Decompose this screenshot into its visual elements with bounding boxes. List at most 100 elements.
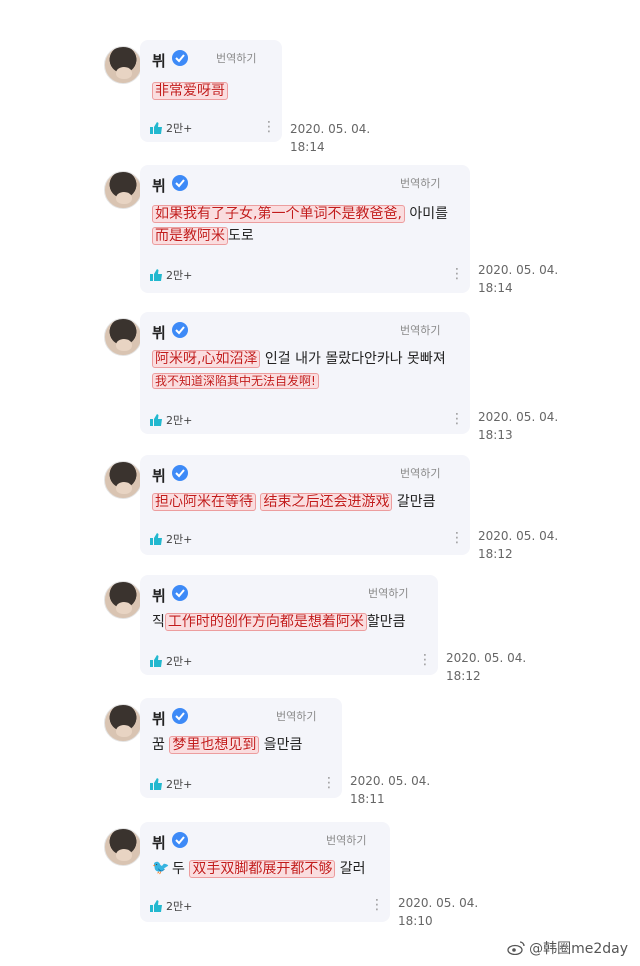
avatar[interactable]: [104, 171, 142, 209]
original-text: 아미를: [404, 206, 448, 222]
like-count: 2만+: [166, 900, 193, 913]
thumbs-up-icon: [150, 269, 162, 281]
translate-button[interactable]: 번역하기: [326, 832, 366, 848]
more-vertical-icon[interactable]: ⋮: [450, 412, 464, 426]
timestamp: 2020. 05. 04. 18:10: [398, 896, 479, 928]
translate-button[interactable]: 번역하기: [400, 465, 440, 481]
more-vertical-icon[interactable]: ⋮: [322, 776, 336, 790]
author-name[interactable]: 뷔: [152, 585, 166, 606]
translation-highlight: 梦里也想见到: [169, 736, 260, 754]
thumbs-up-icon: [150, 900, 162, 912]
timestamp: 2020. 05. 04. 18:13: [478, 410, 559, 442]
original-text: 두: [172, 861, 190, 877]
comment-text-line-2: 而是教阿米 도로: [152, 225, 254, 247]
comment-card: 뷔 번역하기 非常爱呀哥 2만+ ⋮: [140, 40, 282, 142]
more-vertical-icon[interactable]: ⋮: [262, 120, 276, 134]
author-name[interactable]: 뷔: [152, 465, 166, 486]
avatar[interactable]: [104, 46, 142, 84]
more-vertical-icon[interactable]: ⋮: [450, 531, 464, 545]
timestamp: 2020. 05. 04. 18:12: [478, 529, 559, 561]
translate-button[interactable]: 번역하기: [400, 322, 440, 338]
comment-text: 担心阿米在等待 结束之后还会进游戏 갈만큼: [152, 491, 436, 513]
comment-card: 뷔 번역하기 직 工作时的创作方向都是想着阿米 할만큼 2만+ ⋮: [140, 575, 438, 675]
translation-highlight: 如果我有了子女,第一个单词不是教爸爸,: [152, 205, 405, 223]
watermark: @韩圈me2day: [507, 938, 628, 958]
translate-button[interactable]: 번역하기: [216, 50, 256, 66]
translate-button[interactable]: 번역하기: [276, 708, 316, 724]
like-count: 2만+: [166, 122, 193, 135]
translation-highlight: 我不知道深陷其中无法自发啊!: [152, 373, 319, 389]
verified-check-icon: [172, 175, 188, 191]
translation-highlight: 工作时的创作方向都是想着阿米: [164, 613, 367, 631]
like-count: 2만+: [166, 655, 193, 668]
like-count: 2만+: [166, 533, 193, 546]
author-name[interactable]: 뷔: [152, 175, 166, 196]
more-vertical-icon[interactable]: ⋮: [418, 653, 432, 667]
original-text: 도로: [228, 228, 254, 244]
translation-highlight: 阿米呀,心如沼泽: [152, 350, 261, 368]
verified-check-icon: [172, 50, 188, 66]
more-vertical-icon[interactable]: ⋮: [370, 898, 384, 912]
comment-text: 두 双手双脚都展开都不够 갈러: [172, 858, 366, 880]
thumbs-up-icon: [150, 778, 162, 790]
thumbs-up-icon: [150, 414, 162, 426]
comment-card: 뷔 번역하기 꿈 梦里也想见到 을만큼 2만+ ⋮: [140, 698, 342, 798]
author-name[interactable]: 뷔: [152, 50, 166, 71]
like-count: 2만+: [166, 414, 193, 427]
like-button[interactable]: 2만+: [150, 412, 192, 428]
avatar[interactable]: [104, 318, 142, 356]
translation-highlight: 而是教阿米: [152, 227, 228, 245]
comment-text-line-1: 阿米呀,心如沼泽 인걸 내가 몰랐다안카나 못빠져: [152, 348, 446, 370]
like-button[interactable]: 2만+: [150, 653, 192, 669]
verified-check-icon: [172, 585, 188, 601]
like-button[interactable]: 2만+: [150, 898, 192, 914]
avatar[interactable]: [104, 581, 142, 619]
verified-check-icon: [172, 708, 188, 724]
original-text: 할만큼: [366, 614, 406, 630]
more-vertical-icon[interactable]: ⋮: [450, 267, 464, 281]
avatar[interactable]: [104, 704, 142, 742]
translate-button[interactable]: 번역하기: [400, 175, 440, 191]
comment-card: 뷔 번역하기 阿米呀,心如沼泽 인걸 내가 몰랐다안카나 못빠져 我不知道深陷其…: [140, 312, 470, 434]
thumbs-up-icon: [150, 122, 162, 134]
original-text: 을만큼: [259, 737, 303, 753]
author-name[interactable]: 뷔: [152, 832, 166, 853]
original-text: 갈러: [335, 861, 366, 877]
original-text: 인걸 내가 몰랐다안카나 못빠져: [260, 351, 446, 367]
comment-text-line-1: 如果我有了子女,第一个单词不是教爸爸, 아미를: [152, 203, 448, 225]
original-text: 직: [152, 614, 165, 630]
thumbs-up-icon: [150, 655, 162, 667]
comment-card: 뷔 번역하기 担心阿米在等待 结束之后还会进游戏 갈만큼 2만+ ⋮: [140, 455, 470, 555]
timestamp: 2020. 05. 04. 18:11: [350, 774, 431, 806]
comment-card: 뷔 번역하기 如果我有了子女,第一个单词不是教爸爸, 아미를 而是教阿米 도로 2…: [140, 165, 470, 293]
comment-card: 뷔 번역하기 🐦 두 双手双脚都展开都不够 갈러 2만+ ⋮: [140, 822, 390, 922]
timestamp: 2020. 05. 04. 18:12: [446, 651, 527, 683]
author-name[interactable]: 뷔: [152, 708, 166, 729]
timestamp: 2020. 05. 04. 18:14: [478, 263, 559, 295]
translation-highlight: 双手双脚都展开都不够: [189, 860, 336, 878]
original-text: 꿈: [152, 737, 170, 753]
timestamp: 2020. 05. 04. 18:14: [290, 122, 371, 154]
avatar[interactable]: [104, 828, 142, 866]
bird-emoji-icon: 🐦: [152, 860, 170, 876]
translation-highlight: 非常爱呀哥: [152, 82, 228, 100]
like-count: 2만+: [166, 269, 193, 282]
avatar[interactable]: [104, 461, 142, 499]
comment-text-line-2: 我不知道深陷其中无法自发啊!: [152, 370, 319, 392]
like-button[interactable]: 2만+: [150, 267, 192, 283]
like-button[interactable]: 2만+: [150, 531, 192, 547]
translation-highlight: 担心阿米在等待: [152, 493, 256, 511]
comment-text: 꿈 梦里也想见到 을만큼: [152, 734, 302, 756]
thumbs-up-icon: [150, 533, 162, 545]
weibo-logo-icon: [507, 941, 525, 955]
like-button[interactable]: 2만+: [150, 120, 192, 136]
like-button[interactable]: 2만+: [150, 776, 192, 792]
comment-text: 非常爱呀哥: [152, 80, 228, 102]
translate-button[interactable]: 번역하기: [368, 585, 408, 601]
verified-check-icon: [172, 465, 188, 481]
like-count: 2만+: [166, 778, 193, 791]
author-name[interactable]: 뷔: [152, 322, 166, 343]
original-text: 갈만큼: [392, 494, 436, 510]
watermark-text: @韩圈me2day: [529, 941, 628, 957]
verified-check-icon: [172, 322, 188, 338]
